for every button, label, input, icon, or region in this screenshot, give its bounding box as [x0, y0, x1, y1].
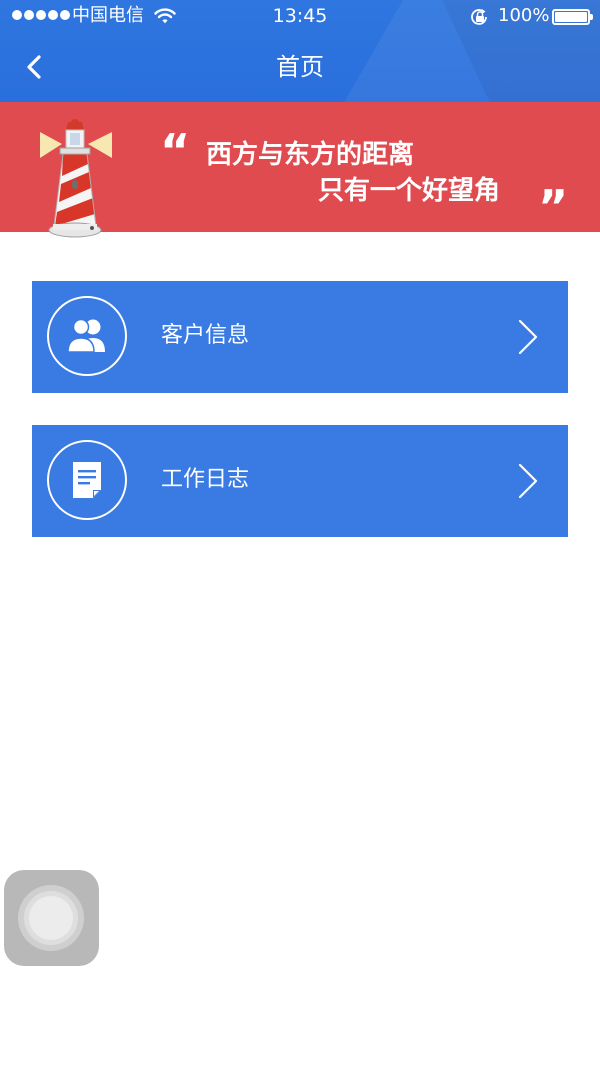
status-bar: 中国电信 13:45 100%	[0, 0, 600, 32]
assistive-touch-button[interactable]	[4, 870, 99, 966]
menu-item-label: 工作日志	[161, 467, 250, 492]
lighthouse-icon	[38, 118, 118, 248]
nav-bar: 首页	[0, 32, 600, 102]
quote-open-mark: “	[160, 124, 191, 178]
document-icon	[47, 440, 127, 520]
home-screen: 中国电信 13:45 100% 首页 “ 西方与东方的距离 只有一个好望角 ” …	[0, 0, 600, 1067]
header: 中国电信 13:45 100% 首页	[0, 0, 600, 102]
menu-item-work-log[interactable]: 工作日志	[32, 425, 568, 537]
slogan-line-1: 西方与东方的距离	[206, 140, 415, 170]
battery-fill	[555, 12, 587, 22]
chevron-right-icon	[516, 319, 540, 359]
battery-percentage: 100%	[498, 5, 550, 26]
quote-close-mark: ”	[538, 180, 569, 234]
orientation-lock-icon	[470, 8, 490, 31]
chevron-right-icon	[516, 463, 540, 503]
slogan-line-2: 只有一个好望角	[318, 176, 501, 206]
customers-icon	[47, 296, 127, 376]
menu-item-label: 客户信息	[161, 323, 250, 348]
page-title: 首页	[276, 53, 324, 81]
assistive-touch-ring	[29, 896, 73, 940]
battery-icon	[552, 9, 593, 25]
menu-item-customer-info[interactable]: 客户信息	[32, 281, 568, 393]
